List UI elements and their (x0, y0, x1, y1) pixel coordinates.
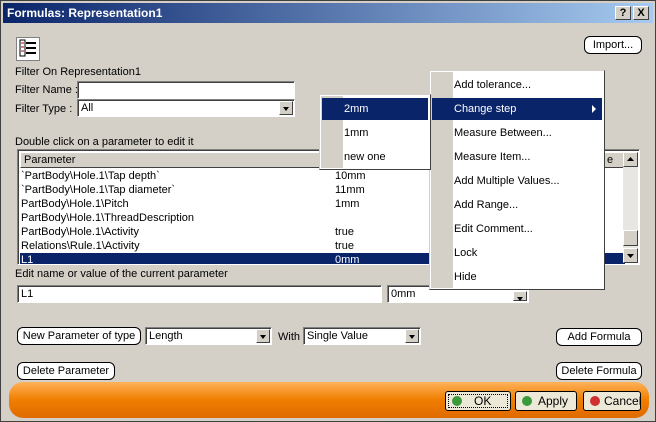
change-step-submenu: 2mm 1mm new one (319, 94, 431, 170)
chevron-down-icon[interactable] (279, 101, 293, 115)
filter-name-label: Filter Name : (15, 84, 78, 96)
scroll-up-button[interactable] (623, 152, 638, 167)
row-name: PartBody\Hole.1\Pitch (21, 198, 129, 210)
filter-type-value: All (81, 102, 94, 114)
close-button[interactable]: X (633, 6, 649, 20)
row-value: true (335, 226, 354, 238)
cancel-button[interactable]: Cancel (583, 391, 641, 411)
chevron-down-icon[interactable] (405, 329, 419, 343)
edit-name-input[interactable]: L1 (17, 285, 382, 303)
cancel-label: Cancel (604, 394, 642, 408)
apply-icon (522, 396, 532, 406)
menu-item-add-tolerance[interactable]: Add tolerance... (432, 74, 602, 96)
menu-item-measure-item[interactable]: Measure Item... (432, 146, 602, 168)
row-value: 0mm (335, 254, 360, 265)
row-name: Relations\Rule.1\Activity (21, 240, 140, 252)
row-name: `PartBody\Hole.1\Tap depth` (21, 170, 160, 182)
apply-button[interactable]: Apply (515, 391, 577, 411)
submenu-item-new-one[interactable]: new one (322, 146, 428, 168)
params-instruction: Double click on a parameter to edit it (15, 136, 194, 148)
submenu-item-1mm[interactable]: 1mm (322, 122, 428, 144)
row-value: 11mm (335, 184, 365, 196)
menu-item-change-step[interactable]: Change step (432, 98, 602, 120)
formula-icon[interactable] (16, 37, 40, 61)
menu-item-add-multiple-values[interactable]: Add Multiple Values... (432, 170, 602, 192)
chevron-up-icon (627, 157, 634, 161)
dialog-button-bar: OK Apply Cancel (9, 382, 649, 418)
row-value: 1mm (335, 198, 360, 210)
value-kind-value: Single Value (307, 330, 368, 342)
submenu-arrow-icon (592, 105, 596, 113)
filter-heading: Filter On Representation1 (15, 66, 141, 78)
row-name: L1 (21, 254, 34, 265)
context-menu: Add tolerance... Change step Measure Bet… (429, 70, 605, 290)
submenu-item-2mm[interactable]: 2mm (322, 98, 428, 120)
menu-item-lock[interactable]: Lock (432, 242, 602, 264)
menu-item-hide[interactable]: Hide (432, 266, 602, 288)
row-value: true (335, 240, 354, 252)
row-name: PartBody\Hole.1\ThreadDescription (21, 212, 195, 224)
help-button[interactable]: ? (615, 6, 631, 20)
parameter-type-value: Length (149, 330, 183, 342)
with-label: With (278, 331, 300, 343)
ok-icon (452, 396, 462, 406)
menu-item-edit-comment[interactable]: Edit Comment... (432, 218, 602, 240)
menu-item-add-range[interactable]: Add Range... (432, 194, 602, 216)
filter-type-select[interactable]: All (77, 99, 295, 117)
chevron-down-icon[interactable] (256, 329, 270, 343)
chevron-down-icon[interactable] (513, 291, 527, 301)
value-header-fragment: e (607, 154, 614, 166)
menu-item-measure-between[interactable]: Measure Between... (432, 122, 602, 144)
cancel-icon (590, 396, 600, 406)
filter-type-label: Filter Type : (15, 103, 73, 115)
parameter-header-label: Parameter (24, 154, 76, 166)
import-button[interactable]: Import... (584, 36, 642, 54)
scroll-thumb[interactable] (623, 230, 638, 246)
delete-parameter-button[interactable]: Delete Parameter (17, 362, 115, 380)
row-name: `PartBody\Hole.1\Tap diameter` (21, 184, 176, 196)
ok-button[interactable]: OK (445, 391, 511, 411)
edit-label: Edit name or value of the current parame… (15, 268, 228, 280)
ok-label: OK (474, 394, 492, 408)
parameter-type-select[interactable]: Length (145, 327, 272, 345)
new-parameter-button[interactable]: New Parameter of type (17, 327, 141, 345)
parameter-list-scrollbar[interactable] (623, 152, 638, 263)
edit-value-text: 0mm (391, 288, 416, 300)
row-value: 10mm (335, 170, 366, 182)
window-title: Formulas: Representation1 (7, 6, 163, 20)
add-formula-button[interactable]: Add Formula (556, 328, 642, 346)
value-kind-select[interactable]: Single Value (303, 327, 421, 345)
delete-formula-button[interactable]: Delete Formula (556, 362, 642, 380)
row-name: PartBody\Hole.1\Activity (21, 226, 139, 238)
scroll-down-button[interactable] (623, 248, 638, 263)
filter-name-input[interactable] (77, 81, 295, 99)
chevron-down-icon (627, 254, 634, 258)
title-bar[interactable]: Formulas: Representation1 ? X (3, 3, 653, 23)
formulas-dialog: Formulas: Representation1 ? X Import... … (0, 0, 656, 422)
apply-label: Apply (538, 394, 569, 408)
